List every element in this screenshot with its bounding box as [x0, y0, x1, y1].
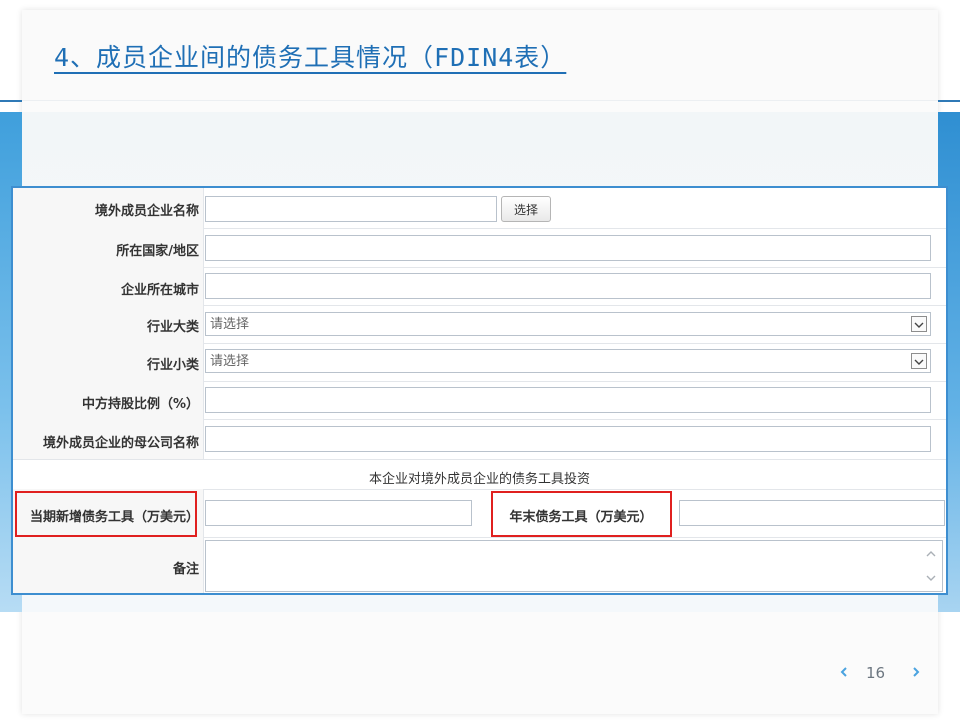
industry-major-select-value: 请选择 — [210, 317, 250, 332]
industry-minor-label: 行业小类 — [146, 358, 199, 373]
form-row-city: 企业所在城市 — [13, 267, 946, 306]
slide-title: 4、成员企业间的债务工具情况（FDIN4表） — [54, 43, 567, 72]
title-rule-left — [0, 100, 22, 102]
pager-prev-icon[interactable] — [838, 664, 850, 683]
industry-major-select[interactable]: 请选择 — [205, 312, 931, 336]
pager-next-icon[interactable] — [910, 664, 922, 683]
remark-textarea[interactable] — [205, 540, 943, 592]
scroll-down-icon[interactable] — [924, 571, 938, 585]
parent-company-input[interactable] — [205, 426, 931, 452]
industry-minor-select[interactable]: 请选择 — [205, 349, 931, 373]
year-end-debt-input[interactable] — [679, 500, 945, 526]
country-region-input[interactable] — [205, 235, 931, 261]
industry-major-label: 行业大类 — [146, 320, 199, 335]
form-row-remark: 备注 — [13, 537, 946, 593]
page-number: 16 — [866, 664, 886, 682]
section-caption: 本企业对境外成员企业的债务工具投资 — [368, 472, 590, 487]
parent-company-label: 境外成员企业的母公司名称 — [42, 436, 199, 451]
company-name-input[interactable] — [205, 196, 497, 222]
form-row-industry-major: 行业大类 请选择 — [13, 305, 946, 344]
new-debt-highlight — [15, 491, 197, 537]
select-company-button[interactable]: 选择 — [501, 196, 551, 222]
form-row-share-ratio: 中方持股比例（%） — [13, 381, 946, 420]
share-ratio-label: 中方持股比例（%） — [81, 397, 199, 412]
scroll-up-icon[interactable] — [924, 547, 938, 561]
city-input[interactable] — [205, 273, 931, 299]
company-name-label: 境外成员企业名称 — [94, 204, 199, 219]
chevron-down-icon[interactable] — [911, 353, 927, 369]
country-region-label: 所在国家/地区 — [116, 244, 199, 259]
form-row-country: 所在国家/地区 — [13, 228, 946, 268]
new-debt-input[interactable] — [205, 500, 472, 526]
city-label: 企业所在城市 — [120, 283, 199, 298]
year-end-debt-highlight — [491, 491, 672, 537]
form-row-company-name: 境外成员企业名称 选择 — [13, 188, 946, 229]
title-rule-right — [938, 100, 960, 102]
chevron-down-icon[interactable] — [911, 316, 927, 332]
share-ratio-input[interactable] — [205, 387, 931, 413]
remark-label: 备注 — [172, 562, 199, 577]
section-caption-row: 本企业对境外成员企业的债务工具投资 — [13, 459, 946, 490]
form-row-parent-company: 境外成员企业的母公司名称 — [13, 419, 946, 460]
industry-minor-select-value: 请选择 — [210, 354, 250, 369]
form-row-industry-minor: 行业小类 请选择 — [13, 343, 946, 382]
